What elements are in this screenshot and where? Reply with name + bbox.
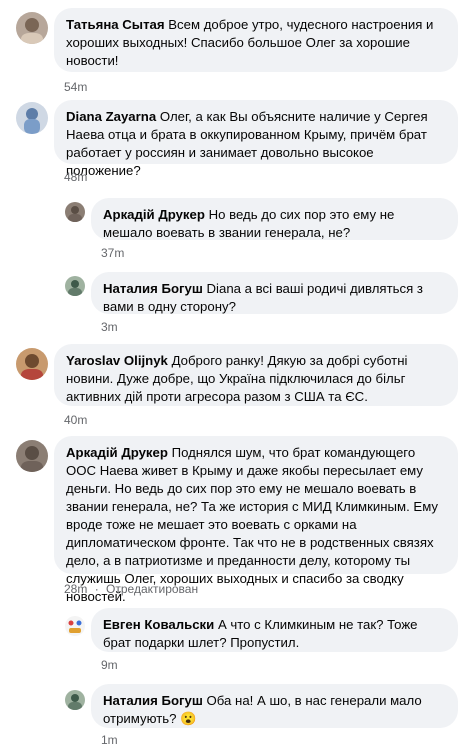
- timestamp[interactable]: 3m: [101, 320, 118, 334]
- comment-author[interactable]: Наталия Богуш: [103, 281, 203, 296]
- separator-dot: ·: [94, 582, 99, 596]
- timestamp[interactable]: 48m: [64, 170, 87, 184]
- comment-author[interactable]: Yaroslav Olijnyk: [66, 353, 168, 368]
- timestamp[interactable]: 1m: [101, 733, 118, 747]
- comment-timestamp[interactable]: 54m: [64, 80, 87, 94]
- comment-timestamp[interactable]: 1m: [101, 733, 118, 747]
- reply-bubble: Евген Ковальски А что с Климкиным не так…: [91, 608, 458, 652]
- comment-timestamp[interactable]: 48m: [64, 170, 87, 184]
- comment-bubble: Татьяна Сытая Всем доброе утро, чудесног…: [54, 8, 458, 72]
- comment-author[interactable]: Евген Ковальски: [103, 617, 214, 632]
- comment-bubble: Yaroslav Olijnyk Доброго ранку! Дякую за…: [54, 344, 458, 406]
- timestamp[interactable]: 54m: [64, 80, 87, 94]
- comment-meta: 28m · Отредактирован: [64, 582, 198, 596]
- avatar[interactable]: [65, 202, 85, 222]
- comment-author[interactable]: Татьяна Сытая: [66, 17, 165, 32]
- reply-bubble: Наталия Богуш Оба на! А шо, в нас генера…: [91, 684, 458, 728]
- comment-timestamp[interactable]: 37m: [101, 246, 124, 260]
- comment-author[interactable]: Аркадій Друкер: [103, 207, 205, 222]
- reply-bubble: Наталия Богуш Diana а всі ваші родичі ди…: [91, 272, 458, 314]
- comment-author[interactable]: Наталия Богуш: [103, 693, 203, 708]
- avatar[interactable]: [16, 440, 48, 472]
- edited-label[interactable]: Отредактирован: [106, 582, 198, 596]
- comment-text: Поднялся шум, что брат командующего ООС …: [66, 445, 439, 604]
- avatar[interactable]: [16, 102, 48, 134]
- comment-timestamp[interactable]: 9m: [101, 658, 118, 672]
- timestamp[interactable]: 40m: [64, 413, 87, 427]
- comment-bubble: Diana Zayarna Олег, а как Вы объясните н…: [54, 100, 458, 178]
- avatar[interactable]: [16, 12, 48, 44]
- comment-timestamp[interactable]: 40m: [64, 413, 87, 427]
- timestamp[interactable]: 28m: [64, 582, 87, 596]
- timestamp[interactable]: 37m: [101, 246, 124, 260]
- avatar[interactable]: [65, 690, 85, 710]
- timestamp[interactable]: 9m: [101, 658, 118, 672]
- reply-bubble: Аркадій Друкер Но ведь до сих пор это ем…: [91, 198, 458, 240]
- surprised-emoji-icon: 😮: [180, 711, 197, 726]
- comment-author[interactable]: Аркадій Друкер: [66, 445, 168, 460]
- avatar[interactable]: [16, 348, 48, 380]
- comment-author[interactable]: Diana Zayarna: [66, 109, 156, 124]
- comment-timestamp[interactable]: 3m: [101, 320, 118, 334]
- comment-bubble: Аркадій Друкер Поднялся шум, что брат ко…: [54, 436, 458, 604]
- avatar[interactable]: [65, 276, 85, 296]
- avatar[interactable]: [65, 616, 85, 636]
